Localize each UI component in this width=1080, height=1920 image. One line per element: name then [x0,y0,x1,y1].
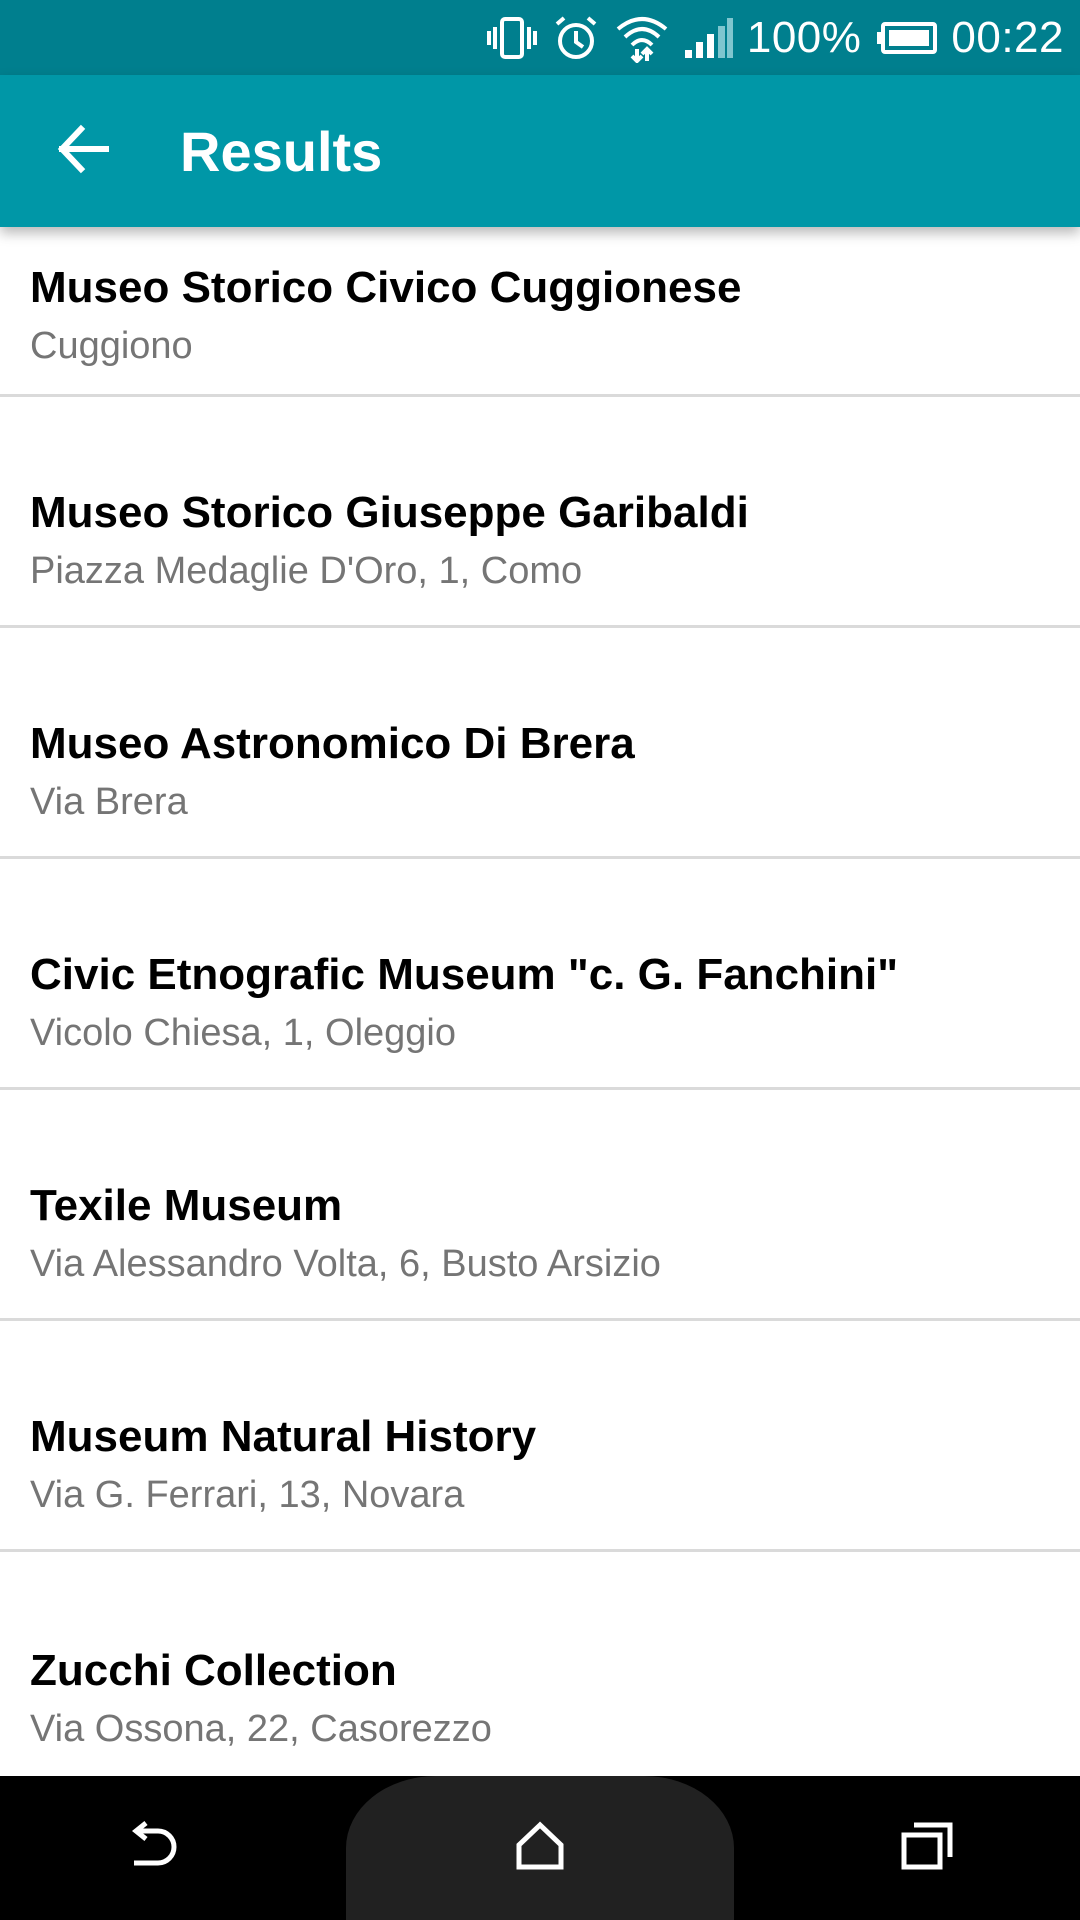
home-nav-icon [515,1821,565,1876]
recents-nav-icon [900,1821,956,1876]
nav-recents-button[interactable] [818,1776,1038,1920]
list-item[interactable]: Texile Museum Via Alessandro Volta, 6, B… [0,1090,1080,1321]
wifi-icon [615,13,669,63]
alarm-icon [551,14,601,62]
list-item[interactable]: Museo Astronomico Di Brera Via Brera [0,628,1080,859]
item-address: Via G. Ferrari, 13, Novara [30,1474,465,1516]
item-address: Via Alessandro Volta, 6, Busto Arsizio [30,1243,661,1285]
item-address: Piazza Medaglie D'Oro, 1, Como [30,550,583,592]
item-title: Museo Storico Civico Cuggionese [30,263,742,312]
clock: 00:22 [951,12,1064,62]
list-item[interactable]: Museo Storico Giuseppe Garibaldi Piazza … [0,397,1080,628]
back-button[interactable] [28,96,138,206]
item-address: Via Ossona, 22, Casorezzo [30,1708,492,1750]
item-title: Museo Storico Giuseppe Garibaldi [30,488,749,537]
list-item[interactable]: Zucchi Collection Via Ossona, 22, Casore… [0,1552,1080,1776]
back-nav-icon [124,1820,180,1876]
navigation-bar [0,1776,1080,1920]
item-title: Zucchi Collection [30,1646,397,1695]
item-address: Vicolo Chiesa, 1, Oleggio [30,1012,456,1054]
list-item[interactable]: Civic Etnografic Museum "c. G. Fanchini"… [0,859,1080,1090]
list-item[interactable]: Museo Storico Civico Cuggionese Cuggiono [0,227,1080,397]
nav-back-button[interactable] [42,1776,262,1920]
page-title: Results [180,119,383,183]
item-title: Texile Museum [30,1181,343,1230]
arrow-back-icon [56,124,110,179]
item-title: Civic Etnografic Museum "c. G. Fanchini" [30,950,899,999]
item-address: Via Brera [30,781,188,823]
status-bar: 100% 00:22 [0,0,1080,75]
app-bar: Results [0,75,1080,227]
vibrate-icon [486,15,537,61]
signal-icon [683,17,733,58]
item-title: Museo Astronomico Di Brera [30,719,635,768]
results-list[interactable]: Museo Storico Civico Cuggionese Cuggiono… [0,227,1080,1776]
nav-home-button[interactable] [346,1776,734,1920]
list-item[interactable]: Museum Natural History Via G. Ferrari, 1… [0,1321,1080,1552]
battery-percent: 100% [746,12,862,62]
battery-icon [875,21,938,55]
item-title: Museum Natural History [30,1412,537,1461]
item-address: Cuggiono [30,325,193,367]
